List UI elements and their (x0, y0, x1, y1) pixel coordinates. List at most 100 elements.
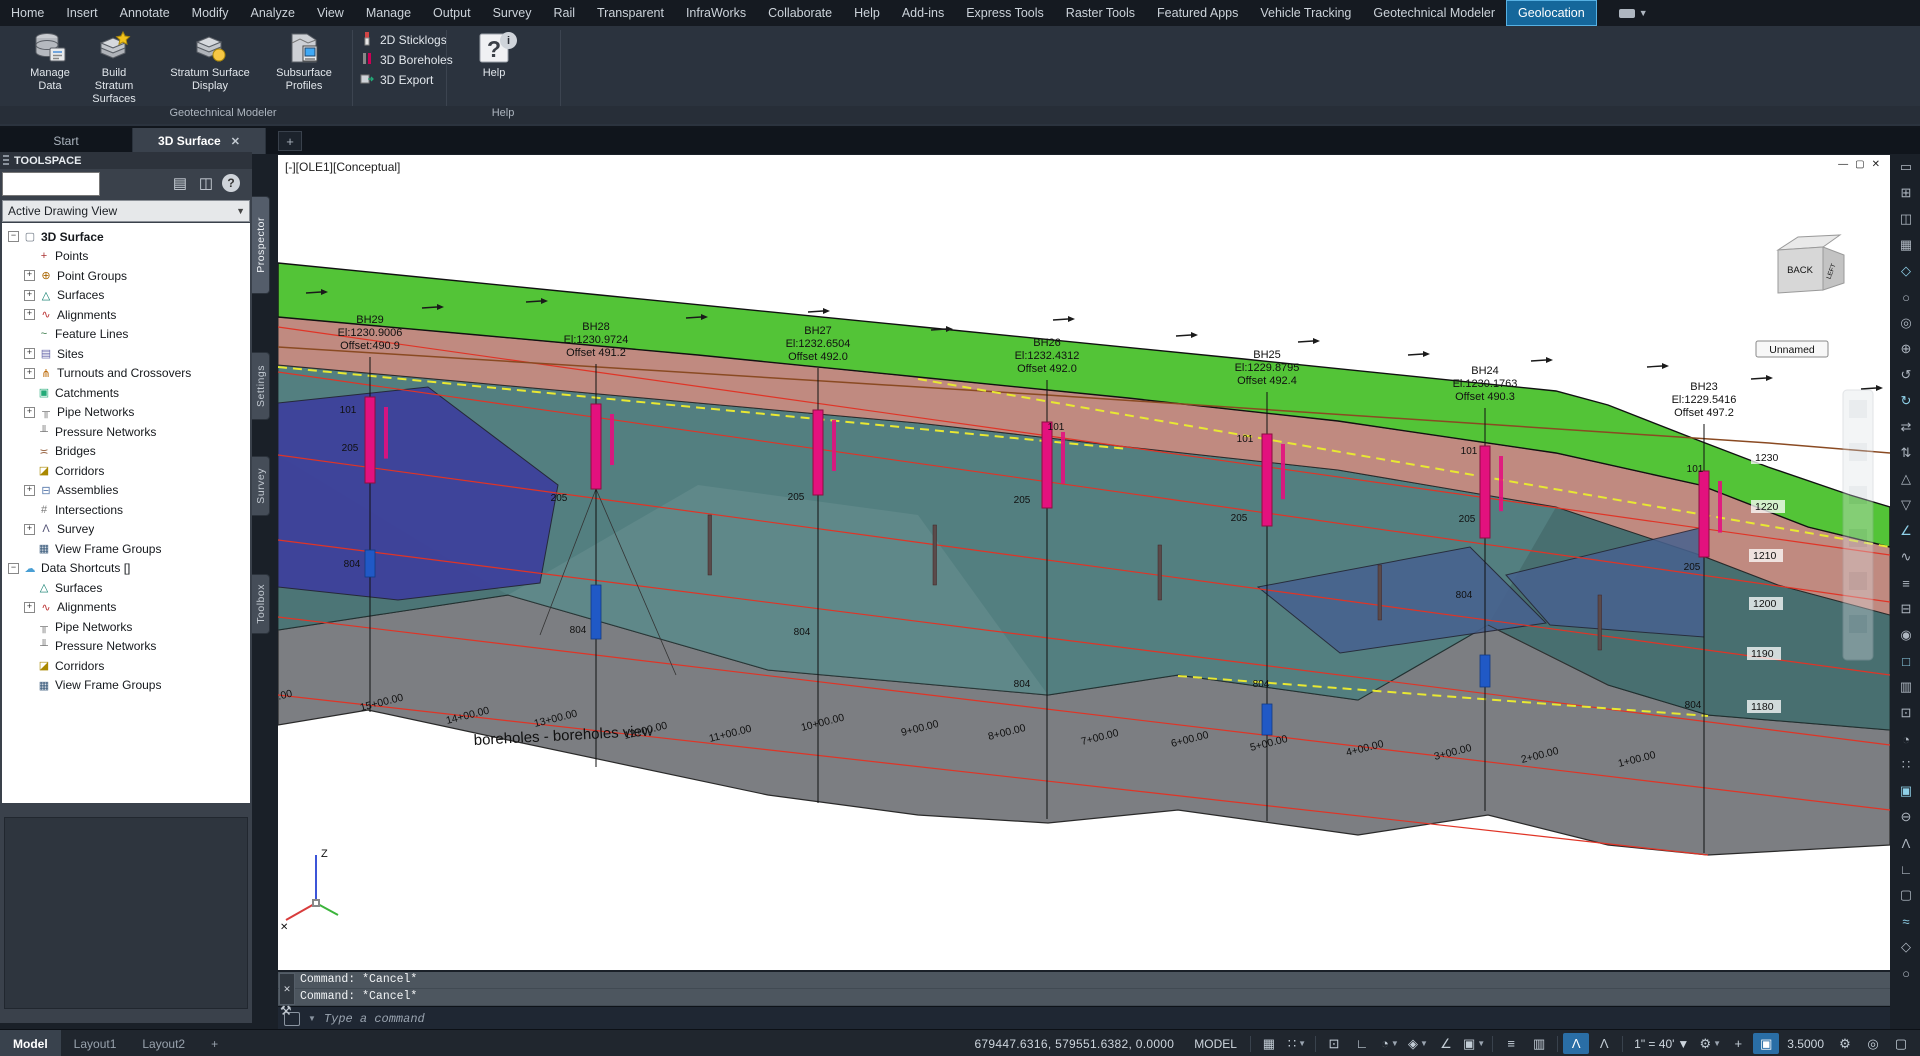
tree-item-pressure-networks[interactable]: ╨Pressure Networks (2, 422, 250, 442)
orbit-icon[interactable]: ◎ (1894, 310, 1918, 336)
tool-icon[interactable]: ⊞ (1894, 180, 1918, 206)
tree-item-alignments[interactable]: +∿Alignments (2, 598, 250, 618)
isodraft-icon[interactable]: ◈▼ (1405, 1033, 1431, 1054)
minimize-icon[interactable]: — (1838, 159, 1848, 170)
clean-screen-icon[interactable]: ▢ (1888, 1033, 1914, 1054)
scale-text[interactable]: 1" = 40'▼ (1628, 1037, 1695, 1051)
tree-item-surfaces[interactable]: +△Surfaces (2, 286, 250, 306)
osnap-icon[interactable]: ▣▼ (1461, 1033, 1487, 1054)
command-close-button[interactable]: ✕ (279, 973, 295, 1005)
model-viewport[interactable]: [-][OLE1][Conceptual] —▢✕ (278, 155, 1890, 970)
tree-item-view-frame-groups[interactable]: ▦View Frame Groups (2, 539, 250, 559)
tool-icon[interactable]: ▢ (1894, 882, 1918, 908)
ortho-icon[interactable]: ∟ (1349, 1033, 1375, 1054)
tree-item-sites[interactable]: +▤Sites (2, 344, 250, 364)
zoom-extents-icon[interactable]: ⊕ (1894, 336, 1918, 362)
tool-icon[interactable]: △ (1894, 466, 1918, 492)
annotation-autoscale-icon[interactable]: Λ (1591, 1033, 1617, 1054)
palette-grip[interactable] (3, 155, 9, 166)
info-icon[interactable]: i (500, 32, 517, 49)
polar-tracking-icon[interactable]: ◔▼ (1377, 1033, 1403, 1054)
tool-icon[interactable]: □ (1894, 648, 1918, 674)
tree-expander[interactable]: + (24, 407, 35, 418)
help-button[interactable]: ? Help (452, 29, 536, 80)
settings-gear-icon[interactable]: ⚙ (1832, 1033, 1858, 1054)
menu-tab-analyze[interactable]: Analyze (239, 0, 305, 26)
command-input[interactable]: ▼ Type a command (278, 1006, 1890, 1030)
viewport-controls-label[interactable]: [-][OLE1][Conceptual] (285, 160, 400, 174)
ribbon-collapse-button[interactable]: ▼ (1611, 0, 1656, 26)
redo-icon[interactable]: ↻ (1894, 388, 1918, 414)
tool-icon[interactable]: ▣ (1894, 778, 1918, 804)
2d-sticklogs-button[interactable]: 2D Sticklogs (360, 30, 453, 50)
menu-tab-transparent[interactable]: Transparent (586, 0, 675, 26)
tree-item-survey[interactable]: +ΛSurvey (2, 520, 250, 540)
side-tab-toolbox[interactable]: Toolbox (252, 574, 270, 634)
menu-tab-add-ins[interactable]: Add-ins (891, 0, 955, 26)
tool-icon[interactable]: ◔ (1894, 726, 1918, 752)
menu-tab-infraworks[interactable]: InfraWorks (675, 0, 757, 26)
tree-item-turnouts-and-crossovers[interactable]: +⋔Turnouts and Crossovers (2, 364, 250, 384)
tree-item-feature-lines[interactable]: ~Feature Lines (2, 325, 250, 345)
tool-icon[interactable]: ∿ (1894, 544, 1918, 570)
tree-expander[interactable]: + (24, 602, 35, 613)
tool-icon[interactable]: ▦ (1894, 232, 1918, 258)
layout-tab-layout2[interactable]: Layout2 (129, 1030, 198, 1056)
tool-icon[interactable]: ⊟ (1894, 596, 1918, 622)
stratum-surface-display-button[interactable]: Stratum SurfaceDisplay (168, 29, 252, 93)
tool-icon[interactable]: ∟ (1894, 856, 1918, 882)
tree-item-catchments[interactable]: ▣Catchments (2, 383, 250, 403)
menu-tab-vehicle-tracking[interactable]: Vehicle Tracking (1249, 0, 1362, 26)
workspace-gear-icon[interactable]: ⚙▼ (1697, 1033, 1723, 1054)
menu-tab-output[interactable]: Output (422, 0, 482, 26)
snap-icon[interactable]: ∷▼ (1284, 1033, 1310, 1054)
tree-expander[interactable]: + (24, 485, 35, 496)
tree-expander[interactable]: + (24, 368, 35, 379)
tool-icon[interactable]: ○ (1894, 960, 1918, 986)
tool-icon[interactable]: ▭ (1894, 154, 1918, 180)
tree-expander[interactable]: − (8, 231, 19, 242)
angle-icon[interactable]: ∠ (1894, 518, 1918, 544)
grid-icon[interactable]: ▦ (1256, 1033, 1282, 1054)
tree-item-pressure-networks[interactable]: ╨Pressure Networks (2, 637, 250, 657)
subsurface-profiles-button[interactable]: SubsurfaceProfiles (262, 29, 346, 93)
new-layout-button[interactable]: + (198, 1030, 231, 1056)
tree-expander[interactable]: + (24, 348, 35, 359)
customization-wrench-icon[interactable]: ⚒ (280, 1003, 292, 1019)
tool-icon[interactable]: ◫ (1894, 206, 1918, 232)
tree-item-bridges[interactable]: ≍Bridges (2, 442, 250, 462)
palette-layout-icon[interactable]: ▤ (170, 174, 190, 194)
annotation-visibility-icon[interactable]: Λ (1563, 1033, 1589, 1054)
3d-export-button[interactable]: 3D Export (360, 70, 453, 90)
tool-icon[interactable]: Λ (1894, 830, 1918, 856)
tree-expander[interactable]: − (8, 563, 19, 574)
close-icon[interactable]: ✕ (231, 135, 240, 148)
menu-tab-modify[interactable]: Modify (181, 0, 240, 26)
tree-item-points[interactable]: +Points (2, 247, 250, 267)
toolspace-search-input[interactable] (2, 172, 100, 196)
menu-tab-featured-apps[interactable]: Featured Apps (1146, 0, 1249, 26)
transparent-toolbar[interactable] (1843, 390, 1873, 660)
graphics-icon[interactable]: ▣ (1753, 1033, 1779, 1054)
tool-icon[interactable]: ⊖ (1894, 804, 1918, 830)
tree-item-data-shortcuts[interactable]: −☁Data Shortcuts [] (2, 559, 250, 579)
help-circle-icon[interactable]: ? (222, 174, 240, 192)
tree-item-corridors[interactable]: ◪Corridors (2, 656, 250, 676)
new-tab-button[interactable]: + (278, 131, 302, 151)
tool-icon[interactable]: ∷ (1894, 752, 1918, 778)
lineweight-icon[interactable]: ≡ (1498, 1033, 1524, 1054)
menu-tab-geotechnical-modeler[interactable]: Geotechnical Modeler (1362, 0, 1506, 26)
layout-tab-model[interactable]: Model (0, 1030, 61, 1056)
tree-item-3d-surface[interactable]: −▢3D Surface (2, 227, 250, 247)
viewcube[interactable]: BACK LEFT (1778, 235, 1844, 293)
tool-icon[interactable]: ⊡ (1894, 700, 1918, 726)
tool-icon[interactable]: ≡ (1894, 570, 1918, 596)
side-tab-prospector[interactable]: Prospector (252, 196, 270, 294)
file-tab-start[interactable]: Start (0, 128, 133, 154)
tool-icon[interactable]: ▥ (1894, 674, 1918, 700)
menu-tab-survey[interactable]: Survey (482, 0, 543, 26)
tree-expander[interactable]: + (24, 309, 35, 320)
menu-tab-manage[interactable]: Manage (355, 0, 422, 26)
model-space-toggle[interactable]: MODEL (1186, 1037, 1245, 1051)
tool-icon[interactable]: ○ (1894, 284, 1918, 310)
